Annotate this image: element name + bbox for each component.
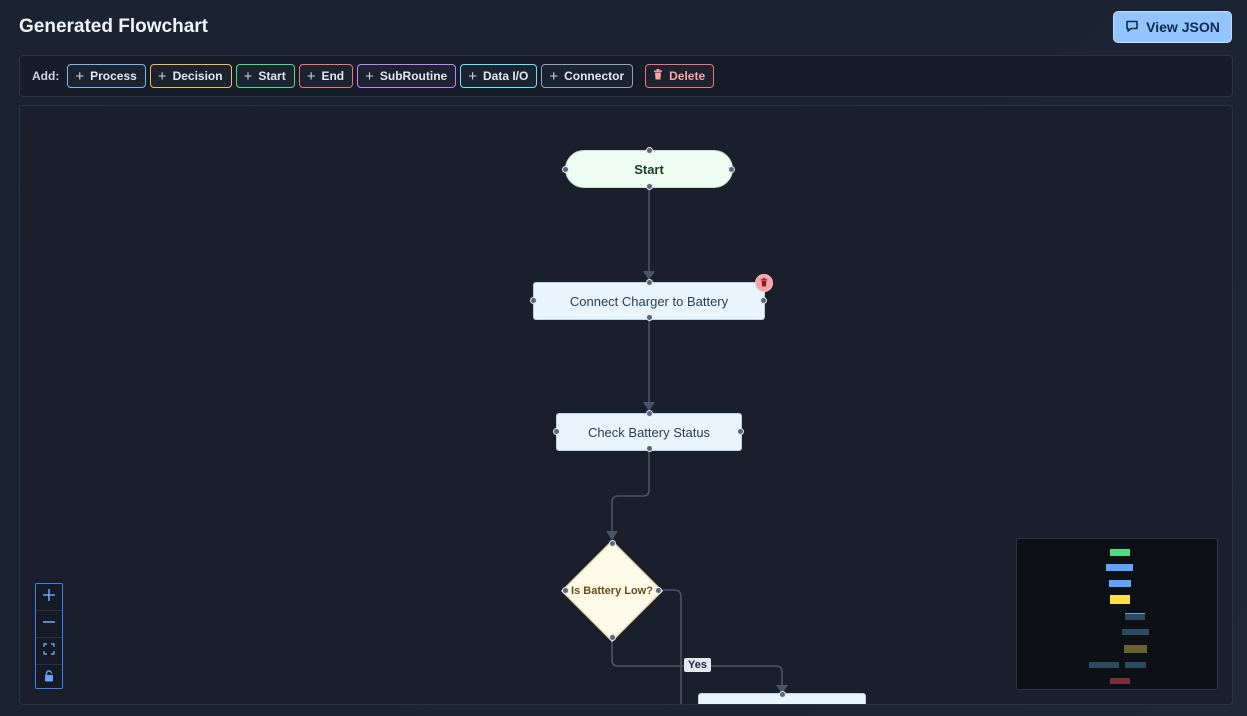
fit-view-button[interactable] xyxy=(36,638,62,665)
handle[interactable] xyxy=(728,166,735,173)
add-connector-button[interactable]: + Connector xyxy=(541,64,634,88)
minimap[interactable] xyxy=(1016,538,1218,690)
plus-icon: + xyxy=(157,67,167,85)
handle[interactable] xyxy=(646,445,653,452)
header: Generated Flowchart View JSON xyxy=(0,0,1247,54)
trash-icon xyxy=(653,69,663,83)
plus-icon: + xyxy=(306,67,316,85)
delete-button[interactable]: Delete xyxy=(645,64,715,88)
message-icon xyxy=(1125,19,1139,36)
handle[interactable] xyxy=(655,587,662,594)
edge-label-yes: Yes xyxy=(684,658,711,672)
plus-icon: + xyxy=(243,67,253,85)
decision-node-battery-low[interactable]: Is Battery Low? xyxy=(560,539,664,643)
minus-icon xyxy=(42,615,56,634)
add-data-io-button[interactable]: + Data I/O xyxy=(460,64,538,88)
plus-icon: + xyxy=(549,67,559,85)
minimap-node xyxy=(1110,549,1130,556)
lock-button[interactable] xyxy=(36,665,62,691)
plus-icon: + xyxy=(468,67,477,85)
add-subroutine-button[interactable]: + SubRoutine xyxy=(357,64,457,88)
zoom-out-button[interactable] xyxy=(36,611,62,638)
handle[interactable] xyxy=(646,183,653,190)
minimap-node xyxy=(1110,678,1130,684)
flow-canvas[interactable]: Start Connect Charger to Battery Check B… xyxy=(19,105,1233,705)
minimap-node xyxy=(1125,613,1145,620)
page-title: Generated Flowchart xyxy=(19,16,208,37)
handle[interactable] xyxy=(553,428,560,435)
canvas-controls xyxy=(35,583,63,689)
fit-view-icon xyxy=(43,642,55,660)
minimap-node xyxy=(1109,580,1131,587)
handle[interactable] xyxy=(779,691,786,698)
plus-icon: + xyxy=(75,67,85,85)
plus-icon xyxy=(42,588,56,607)
delete-node-button[interactable] xyxy=(755,274,773,292)
minimap-node xyxy=(1125,662,1146,668)
minimap-node xyxy=(1124,645,1147,653)
add-label: Add: xyxy=(32,69,60,83)
handle[interactable] xyxy=(646,410,653,417)
handle[interactable] xyxy=(737,428,744,435)
zoom-in-button[interactable] xyxy=(36,584,62,611)
minimap-node xyxy=(1089,662,1119,668)
minimap-node xyxy=(1106,564,1133,571)
add-start-button[interactable]: + Start xyxy=(235,64,295,88)
plus-icon: + xyxy=(365,67,374,85)
minimap-node xyxy=(1110,595,1130,604)
handle[interactable] xyxy=(646,314,653,321)
add-end-button[interactable]: + End xyxy=(298,64,354,88)
handle[interactable] xyxy=(609,634,616,641)
decision-label: Is Battery Low? xyxy=(571,585,653,597)
view-json-label: View JSON xyxy=(1146,19,1220,35)
handle[interactable] xyxy=(609,540,616,547)
handle[interactable] xyxy=(760,297,767,304)
handle[interactable] xyxy=(562,166,569,173)
view-json-button[interactable]: View JSON xyxy=(1113,11,1232,43)
handle[interactable] xyxy=(562,587,569,594)
lock-icon xyxy=(44,669,54,687)
edge-check-to-decision[interactable] xyxy=(611,450,650,537)
handle[interactable] xyxy=(646,279,653,286)
add-decision-button[interactable]: + Decision xyxy=(149,64,232,88)
add-process-button[interactable]: + Process xyxy=(67,64,146,88)
toolbar: Add: + Process + Decision + Start + End + Sub… xyxy=(19,55,1233,97)
minimap-node xyxy=(1122,629,1149,635)
handle[interactable] xyxy=(646,147,653,154)
trash-icon xyxy=(760,274,768,292)
handle[interactable] xyxy=(530,297,537,304)
